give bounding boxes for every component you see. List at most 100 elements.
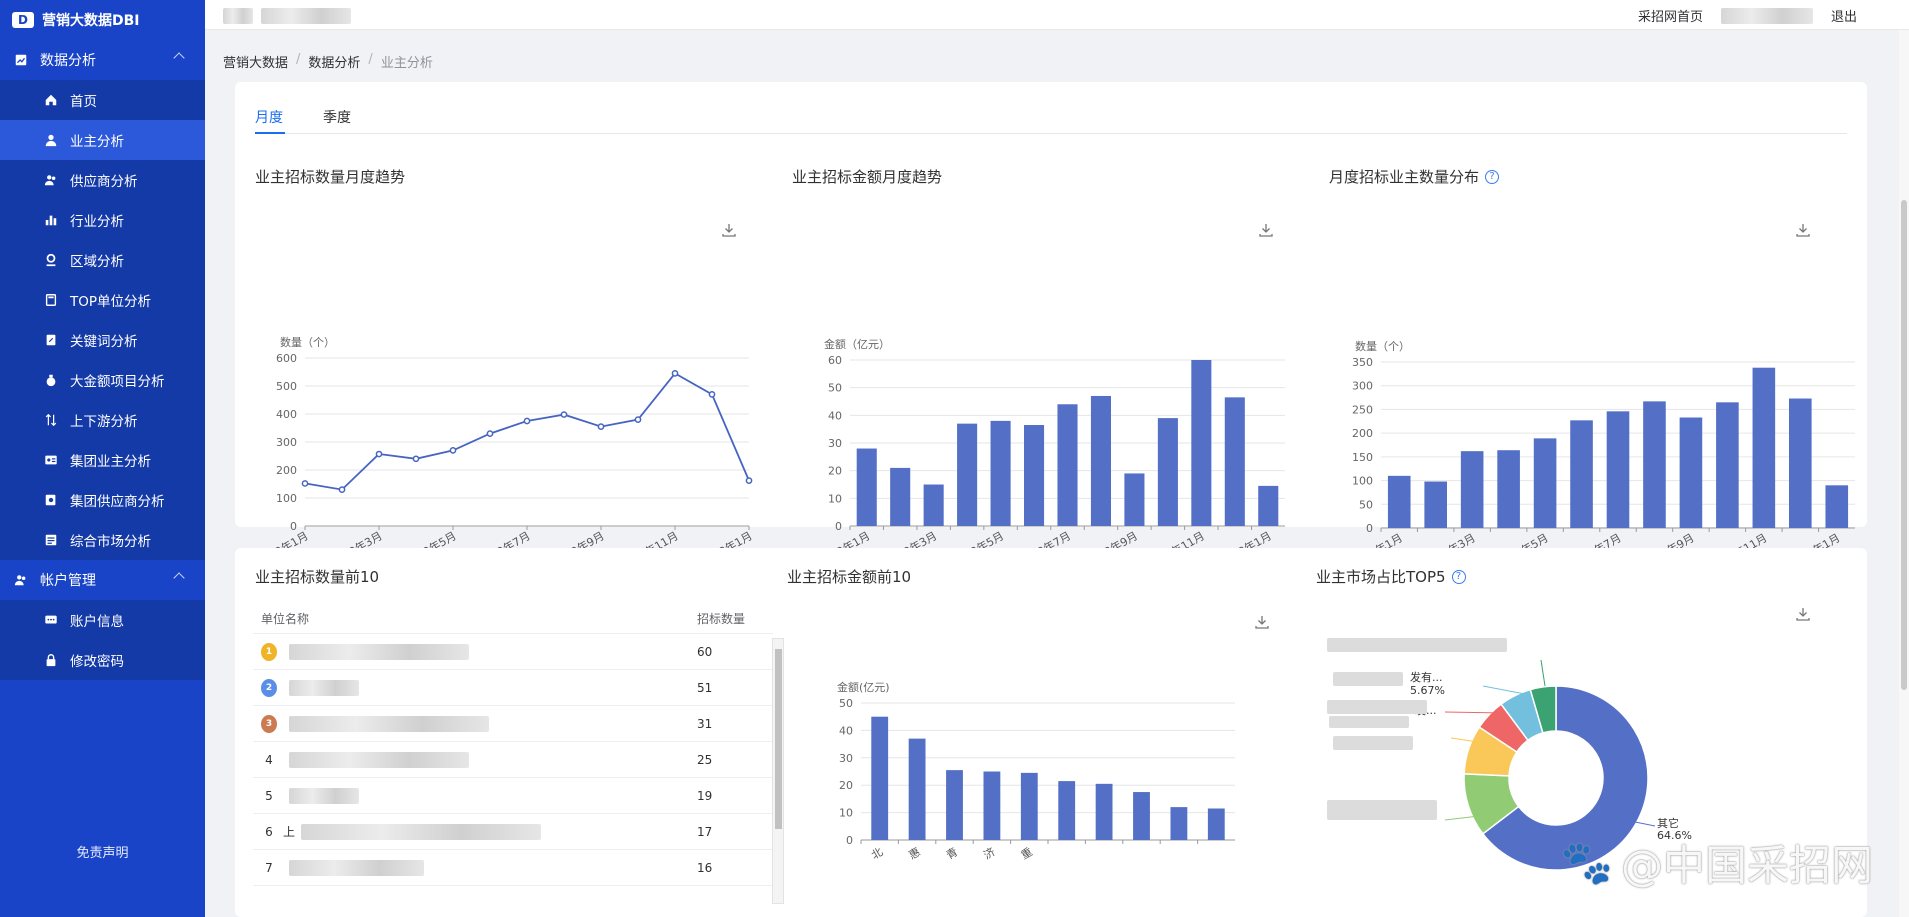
sidebar-group-0[interactable]: 数据分析 [0,40,205,80]
medal-rank-icon: 2 [261,678,277,697]
bar [1095,783,1113,840]
sidebar-item-label: 业主分析 [70,134,124,150]
data-point [486,430,494,437]
table-scrollbar[interactable] [772,638,784,904]
download-icon[interactable] [1258,222,1274,238]
edit-doc-icon [44,333,58,347]
y-tick-label: 0 [835,520,842,533]
x-tick-label: 济 [981,844,998,862]
unit-name-redacted [289,787,359,804]
data-point [523,417,531,425]
bar [983,771,1001,840]
bar [1460,451,1484,528]
tab-monthly[interactable]: 月度 [255,107,283,127]
user-icon [44,133,58,147]
bar [1133,792,1150,840]
sidebar-item[interactable]: TOP单位分析 [0,280,205,320]
sidebar-item-label: TOP单位分析 [70,294,152,310]
sidebar-item[interactable]: 集团供应商分析 [0,480,205,520]
data-point [597,423,605,430]
bar [1679,417,1703,528]
sidebar-item[interactable]: 供应商分析 [0,160,205,200]
location-icon [44,253,58,267]
line-chart-monthly-count: 数量（个）01002003004005006002022年1月2022年3月20… [254,336,754,573]
table-row[interactable]: 3 31 [253,706,773,742]
sidebar-item-label: 账户信息 [70,614,124,630]
medal-rank-icon: 1 [261,642,277,661]
breadcrumb-item[interactable]: 数据分析 [308,52,360,71]
sidebar-item[interactable]: 账户信息 [0,600,205,640]
bar [1157,418,1178,526]
logout-button[interactable]: 退出 [1831,6,1857,25]
y-tick-label: 50 [828,382,842,395]
y-axis-label: 数量（个） [1355,340,1410,353]
y-tick-label: 600 [276,352,297,365]
account-group-icon [14,573,28,587]
sidebar-item[interactable]: 大金额项目分析 [0,360,205,400]
sidebar-item[interactable]: 首页 [0,80,205,120]
sidebar-item[interactable]: 业主分析 [0,120,205,160]
page-scrollbar[interactable] [1899,30,1909,917]
home-link[interactable]: 采招网首页 [1638,6,1703,25]
bar [1643,401,1666,528]
sidebar-item[interactable]: 集团业主分析 [0,440,205,480]
table-row[interactable]: 7 16 [253,850,773,886]
chart-title: 业主招标金额月度趋势 [792,168,943,186]
sidebar-item-label: 集团业主分析 [70,454,151,470]
pie-label: 发有... [1410,670,1443,684]
y-tick-label: 100 [1352,475,1373,488]
chart-title: 业主招标数量月度趋势 [255,168,406,186]
download-icon[interactable] [1795,222,1811,238]
sidebar-group-1[interactable]: 帐户管理 [0,560,205,600]
download-icon[interactable] [721,222,737,238]
y-tick-label: 50 [1359,498,1373,511]
sidebar-item[interactable]: 区域分析 [0,240,205,280]
breadcrumb-current: 业主分析 [380,56,433,71]
table-row[interactable]: 2 51 [253,670,773,706]
y-tick-label: 0 [1366,522,1373,535]
bar [1090,395,1111,526]
table-title: 业主招标数量前10 [255,568,380,586]
y-tick-label: 50 [839,697,853,710]
disclaimer-link[interactable]: 免责声明 [0,842,205,861]
y-axis-label: 金额(亿元) [837,680,890,694]
calculator-icon [44,293,58,307]
sidebar-item[interactable]: 上下游分析 [0,400,205,440]
help-icon[interactable]: ? [1485,169,1500,184]
bar-chart-icon [44,213,58,227]
y-tick-label: 100 [276,492,297,505]
unit-name-redacted [289,715,489,732]
x-tick-label: 青 [944,845,960,862]
users-icon [44,173,58,187]
sidebar-item[interactable]: 综合市场分析 [0,520,205,560]
sidebar-item[interactable]: 关键词分析 [0,320,205,360]
chart-title: 业主招标金额前10 [787,568,912,586]
table-header: 单位名称 招标数量 [253,604,773,634]
bar [1789,398,1812,528]
sidebar-item[interactable]: 修改密码 [0,640,205,680]
table-row[interactable]: 1 60 [253,634,773,670]
doc-settings-icon [44,493,58,507]
bid-count: 17 [697,824,713,839]
updown-arrows-icon [44,413,58,427]
y-tick-label: 150 [1352,451,1373,464]
leader-line [1540,659,1546,687]
bar [923,484,944,526]
rank-number: 5 [265,788,273,803]
medal-rank-icon: 3 [261,714,277,733]
tab-quarterly[interactable]: 季度 [323,107,351,127]
sidebar-item[interactable]: 行业分析 [0,200,205,240]
table-row[interactable]: 5 19 [253,778,773,814]
app-logo[interactable]: D 营销大数据DBI [0,0,205,40]
bid-count: 60 [697,644,713,659]
bar [990,420,1011,526]
y-tick-label: 40 [828,409,842,422]
paw-icon: 🐾 [1560,837,1613,887]
sidebar-item-label: 关键词分析 [70,334,138,350]
table-row[interactable]: 4 25 [253,742,773,778]
bar [957,423,978,526]
y-tick-label: 0 [846,834,853,847]
help-icon[interactable]: ? [1451,569,1466,584]
breadcrumb-item[interactable]: 营销大数据 [223,52,288,71]
table-row[interactable]: 6 上 17 [253,814,773,850]
